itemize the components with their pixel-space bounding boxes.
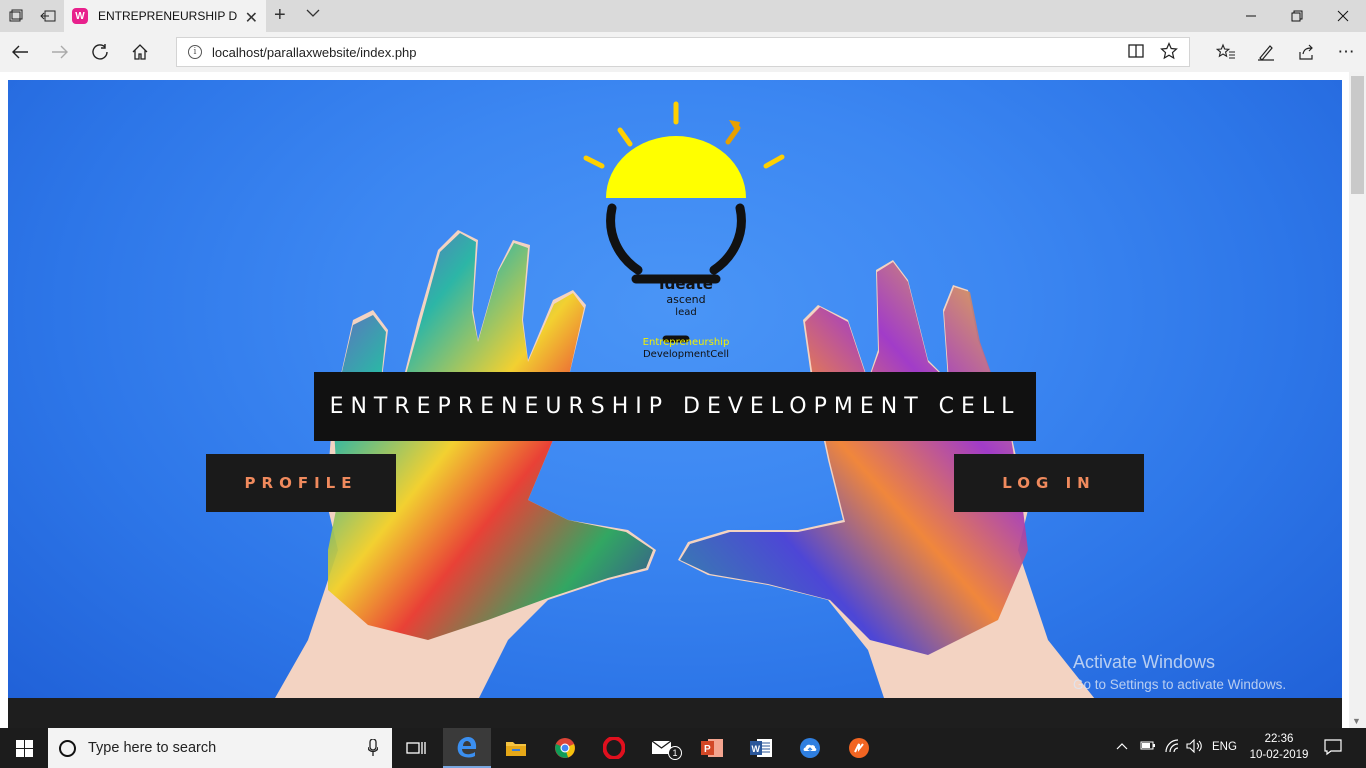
new-tab-icon[interactable]: +	[274, 4, 286, 27]
logo-lead: lead	[675, 307, 697, 318]
file-explorer-icon[interactable]	[492, 728, 540, 768]
logo-ideate: Ideate	[659, 275, 713, 293]
scroll-down-arrow-icon[interactable]: ▼	[1352, 716, 1361, 726]
volume-icon[interactable]	[1186, 738, 1204, 756]
refresh-icon[interactable]	[88, 40, 112, 64]
more-icon[interactable]: ⋯	[1334, 40, 1358, 64]
chevron-down-icon[interactable]	[306, 6, 320, 21]
watermark-subtitle: Go to Settings to activate Windows.	[1073, 677, 1287, 692]
mail-badge: 1	[668, 746, 682, 760]
close-window-icon[interactable]	[1320, 0, 1366, 32]
tab-title: ENTREPRENEURSHIP DE	[98, 9, 238, 23]
wifi-icon[interactable]	[1164, 739, 1180, 756]
favorites-hub-icon[interactable]	[1214, 40, 1238, 64]
set-aside-tabs-icon[interactable]	[38, 6, 58, 26]
taskbar-search-box[interactable]: Type here to search	[48, 728, 392, 768]
home-icon[interactable]	[128, 40, 152, 64]
taskbar-clock[interactable]: 22:36 10-02-2019	[1244, 731, 1314, 763]
favorite-star-icon[interactable]	[1160, 42, 1178, 65]
cortana-icon	[59, 739, 76, 757]
next-section-strip	[8, 698, 1342, 728]
site-title: ENTREPRENEURSHIP DEVELOPMENT CELL	[329, 394, 1021, 419]
profile-button[interactable]: PROFILE	[206, 454, 396, 512]
chrome-icon[interactable]	[541, 728, 589, 768]
tab-actions-icon[interactable]	[6, 6, 26, 26]
logo-text: Ideate ascend lead Entrepreneurship Deve…	[576, 276, 796, 361]
profile-button-label: PROFILE	[244, 474, 358, 492]
show-hidden-icons-chevron-icon[interactable]	[1116, 739, 1128, 754]
edge-app-icon[interactable]	[443, 728, 491, 768]
vertical-scrollbar[interactable]: ▼	[1349, 72, 1366, 728]
tab-bar: W ENTREPRENEURSHIP DE ✕ +	[0, 0, 1366, 32]
clock-time: 22:36	[1264, 733, 1294, 745]
windows-taskbar: Type here to search 1 P W ENG 22:36 10-0…	[0, 728, 1366, 768]
clock-date: 10-02-2019	[1249, 749, 1309, 761]
minimize-icon[interactable]	[1228, 0, 1274, 32]
hero-section: Ideate ascend lead Entrepreneurship Deve…	[8, 80, 1342, 728]
login-button[interactable]: LOG IN	[954, 454, 1144, 512]
logo-entrepreneurship: Entrepreneurship	[642, 337, 730, 348]
microphone-icon[interactable]	[368, 739, 378, 757]
web-notes-icon[interactable]	[1254, 40, 1278, 64]
share-icon[interactable]	[1294, 40, 1318, 64]
windows-start-icon[interactable]	[0, 728, 48, 768]
login-button-label: LOG IN	[1002, 474, 1096, 492]
logo-ascend: ascend	[666, 293, 706, 306]
search-placeholder: Type here to search	[88, 740, 217, 756]
close-tab-icon[interactable]: ✕	[245, 8, 258, 28]
active-tab[interactable]: W ENTREPRENEURSHIP DE ✕	[64, 0, 266, 32]
address-url[interactable]: localhost/parallaxwebsite/index.php	[212, 45, 417, 60]
battery-icon[interactable]	[1140, 739, 1156, 754]
svg-text:W: W	[752, 744, 761, 754]
site-title-box: ENTREPRENEURSHIP DEVELOPMENT CELL	[314, 372, 1036, 441]
sync-app-icon[interactable]	[835, 728, 883, 768]
svg-text:P: P	[704, 744, 711, 755]
navigation-bar: i localhost/parallaxwebsite/index.php ⋯	[0, 32, 1366, 72]
page-viewport: Ideate ascend lead Entrepreneurship Deve…	[0, 72, 1366, 728]
address-bar[interactable]: i localhost/parallaxwebsite/index.php	[176, 37, 1190, 67]
watermark-title: Activate Windows	[1073, 652, 1216, 672]
word-icon[interactable]: W	[737, 728, 785, 768]
forward-icon[interactable]	[48, 40, 72, 64]
back-icon[interactable]	[8, 40, 32, 64]
task-view-icon[interactable]	[392, 728, 440, 768]
input-language[interactable]: ENG	[1212, 741, 1237, 753]
site-info-icon[interactable]: i	[188, 45, 202, 59]
activate-windows-watermark: Activate Windows Go to Settings to activ…	[1073, 652, 1286, 692]
powerpoint-icon[interactable]: P	[688, 728, 736, 768]
logo-development-cell: DevelopmentCell	[642, 349, 729, 360]
scrollbar-thumb[interactable]	[1351, 76, 1364, 194]
wamp-favicon-icon: W	[72, 8, 88, 24]
opera-icon[interactable]	[590, 728, 638, 768]
restore-icon[interactable]	[1274, 0, 1320, 32]
mail-icon[interactable]: 1	[639, 728, 687, 768]
cloud-upload-icon[interactable]	[786, 728, 834, 768]
reading-view-icon[interactable]	[1127, 42, 1145, 65]
action-center-icon[interactable]	[1324, 738, 1342, 759]
